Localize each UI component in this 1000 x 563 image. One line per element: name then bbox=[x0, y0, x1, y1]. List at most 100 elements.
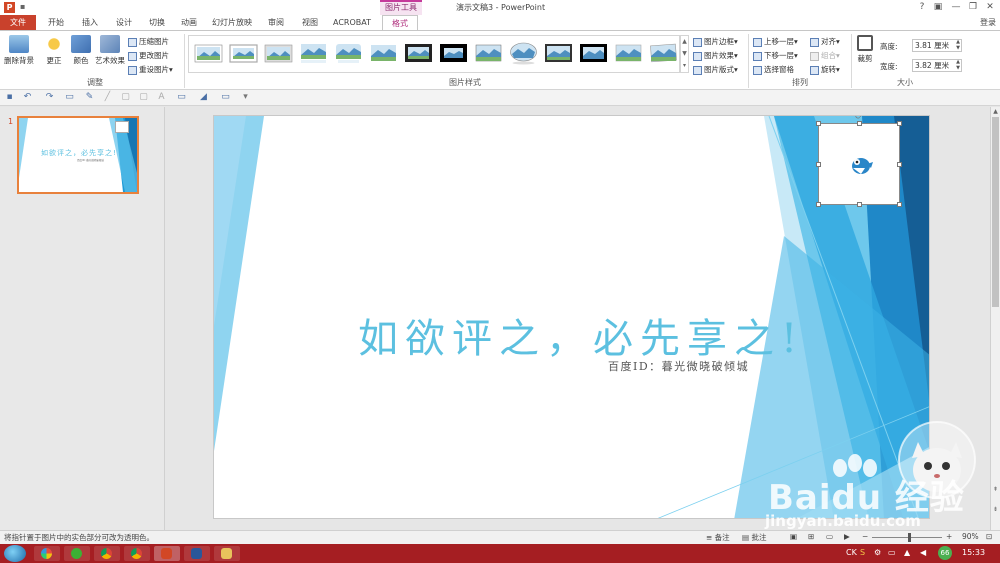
taskbar-chrome-1[interactable] bbox=[94, 546, 120, 561]
clock[interactable]: 15:33 bbox=[962, 548, 985, 557]
restore-button[interactable]: ❐ bbox=[965, 1, 981, 13]
tray-settings-icon[interactable]: ⚙ bbox=[874, 548, 881, 557]
picture-layout-button[interactable]: 图片版式▾ bbox=[693, 63, 738, 76]
tab-slideshow[interactable]: 幻灯片放映 bbox=[208, 15, 256, 31]
picture-style-1[interactable] bbox=[194, 41, 223, 65]
format-painter-icon[interactable]: ✎ bbox=[84, 92, 95, 103]
picture-style-10[interactable] bbox=[509, 41, 538, 65]
selection-pane-button[interactable]: 选择窗格 bbox=[753, 63, 794, 76]
color-button[interactable]: 颜色 bbox=[69, 35, 93, 66]
resize-handle-ne[interactable] bbox=[897, 121, 902, 126]
width-spinner-icon[interactable]: ▲ ▼ bbox=[956, 59, 960, 71]
group-icon[interactable]: ▢ bbox=[120, 92, 131, 103]
tab-design[interactable]: 设计 bbox=[110, 15, 138, 31]
picture-style-13[interactable] bbox=[614, 41, 643, 65]
picture-style-4[interactable] bbox=[299, 41, 328, 65]
windows-start-icon[interactable] bbox=[4, 545, 26, 562]
zoom-out-icon[interactable]: − bbox=[862, 532, 868, 541]
shape-outline-icon[interactable]: ▭ bbox=[176, 92, 187, 103]
picture-style-9[interactable] bbox=[474, 41, 503, 65]
crop-button[interactable]: 裁剪 bbox=[854, 35, 876, 64]
tab-animations[interactable]: 动画 bbox=[175, 15, 203, 31]
tab-view[interactable]: 视图 bbox=[296, 15, 324, 31]
rotate-button[interactable]: 旋转▾ bbox=[810, 63, 840, 76]
taskbar-app-1[interactable] bbox=[34, 546, 60, 561]
picture-style-7[interactable] bbox=[404, 41, 433, 65]
scroll-up-icon[interactable]: ▲ bbox=[991, 107, 1000, 116]
normal-view-icon[interactable]: ▣ bbox=[790, 532, 797, 541]
picture-border-button[interactable]: 图片边框▾ bbox=[693, 35, 738, 48]
taskbar-explorer[interactable] bbox=[214, 546, 240, 561]
font-color-icon[interactable]: A bbox=[156, 92, 167, 103]
eyedropper-icon[interactable]: ╱ bbox=[102, 92, 113, 103]
sogou-ime-icon[interactable]: S bbox=[860, 548, 865, 557]
resize-handle-nw[interactable] bbox=[816, 121, 821, 126]
reading-view-icon[interactable]: ▭ bbox=[826, 532, 833, 541]
resize-handle-se[interactable] bbox=[897, 202, 902, 207]
picture-style-8[interactable] bbox=[439, 41, 468, 65]
text-direction-icon[interactable]: ◢ bbox=[198, 92, 209, 103]
picture-effects-button[interactable]: 图片效果▾ bbox=[693, 49, 738, 62]
fit-slide-icon[interactable]: ⊡ bbox=[986, 532, 992, 541]
redo-icon[interactable]: ↷ bbox=[44, 92, 55, 103]
tab-review[interactable]: 审阅 bbox=[262, 15, 290, 31]
comments-button[interactable]: ▤ 批注 bbox=[742, 532, 766, 543]
sign-in-link[interactable]: 登录 bbox=[980, 17, 996, 28]
save-icon[interactable]: ▪ bbox=[20, 2, 25, 11]
compress-pictures-button[interactable]: 压缩图片 bbox=[128, 35, 169, 48]
tray-keyboard-icon[interactable]: ▭ bbox=[888, 548, 896, 557]
slide-thumbnail[interactable]: 如欲评之，必先享之! 百度ID: 暮光微晓破倾城 bbox=[17, 116, 139, 194]
resize-handle-e[interactable] bbox=[897, 162, 902, 167]
slide-subtitle[interactable]: 百度ID：暮光微晓破倾城 bbox=[608, 358, 749, 374]
slide-sorter-icon[interactable]: ⊞ bbox=[808, 532, 814, 541]
width-input[interactable]: 3.82 厘米 ▲ ▼ bbox=[912, 59, 962, 72]
zoom-in-icon[interactable]: + bbox=[946, 532, 952, 541]
customize-qat-icon[interactable]: ▾ bbox=[240, 92, 251, 103]
powerpoint-app-icon[interactable]: P bbox=[4, 2, 15, 13]
minimize-button[interactable]: — bbox=[948, 1, 964, 13]
tab-insert[interactable]: 插入 bbox=[76, 15, 104, 31]
picture-style-11[interactable] bbox=[544, 41, 573, 65]
ime-indicator[interactable]: CK bbox=[846, 548, 857, 557]
undo-icon[interactable]: ↶ bbox=[22, 92, 33, 103]
picture-style-3[interactable] bbox=[264, 41, 293, 65]
layout-icon[interactable]: ▭ bbox=[220, 92, 231, 103]
scrollbar-thumb[interactable] bbox=[992, 117, 999, 307]
resize-handle-s[interactable] bbox=[857, 202, 862, 207]
zoom-slider-thumb[interactable] bbox=[908, 533, 911, 542]
height-spinner-icon[interactable]: ▲ ▼ bbox=[956, 39, 960, 51]
tray-badge[interactable]: 66 bbox=[938, 546, 952, 560]
resize-handle-sw[interactable] bbox=[816, 202, 821, 207]
gallery-more-button[interactable]: ▲ ▼ ▾ bbox=[680, 35, 689, 73]
taskbar-word[interactable] bbox=[184, 546, 210, 561]
tray-volume-icon[interactable]: ◀ bbox=[920, 548, 926, 557]
tab-file[interactable]: 文件 bbox=[0, 15, 36, 31]
tab-home[interactable]: 开始 bbox=[42, 15, 70, 31]
ungroup-icon[interactable]: ▢ bbox=[138, 92, 149, 103]
notes-button[interactable]: ≡ 备注 bbox=[706, 532, 730, 543]
picture-style-2[interactable] bbox=[229, 41, 258, 65]
picture-style-14[interactable] bbox=[649, 41, 678, 65]
help-button[interactable]: ? bbox=[914, 1, 930, 13]
start-slideshow-icon[interactable]: ▭ bbox=[64, 92, 75, 103]
artistic-effects-button[interactable]: 艺术效果 bbox=[94, 35, 126, 66]
remove-background-button[interactable]: 删除背景 bbox=[3, 35, 35, 66]
align-button[interactable]: 对齐▾ bbox=[810, 35, 840, 48]
zoom-slider[interactable] bbox=[872, 537, 942, 538]
ribbon-display-options-icon[interactable]: ▣ bbox=[930, 1, 946, 13]
save-icon[interactable]: ▪ bbox=[4, 92, 15, 103]
picture-style-6[interactable] bbox=[369, 41, 398, 65]
picture-styles-gallery[interactable] bbox=[188, 35, 680, 73]
slideshow-view-icon[interactable]: ▶ bbox=[844, 532, 850, 541]
zoom-level[interactable]: 90% bbox=[962, 532, 979, 541]
slide-title[interactable]: 如欲评之，必先享之! bbox=[358, 306, 804, 364]
bring-forward-button[interactable]: 上移一层▾ bbox=[753, 35, 798, 48]
reset-picture-button[interactable]: 重设图片▾ bbox=[128, 63, 173, 76]
close-button[interactable]: ✕ bbox=[982, 1, 998, 13]
taskbar-wechat[interactable] bbox=[64, 546, 90, 561]
tray-network-icon[interactable]: ▲ bbox=[904, 548, 910, 557]
taskbar-powerpoint[interactable] bbox=[154, 546, 180, 561]
selected-picture[interactable] bbox=[816, 121, 902, 207]
tab-format[interactable]: 格式 bbox=[382, 15, 418, 31]
picture-style-5[interactable] bbox=[334, 41, 363, 65]
